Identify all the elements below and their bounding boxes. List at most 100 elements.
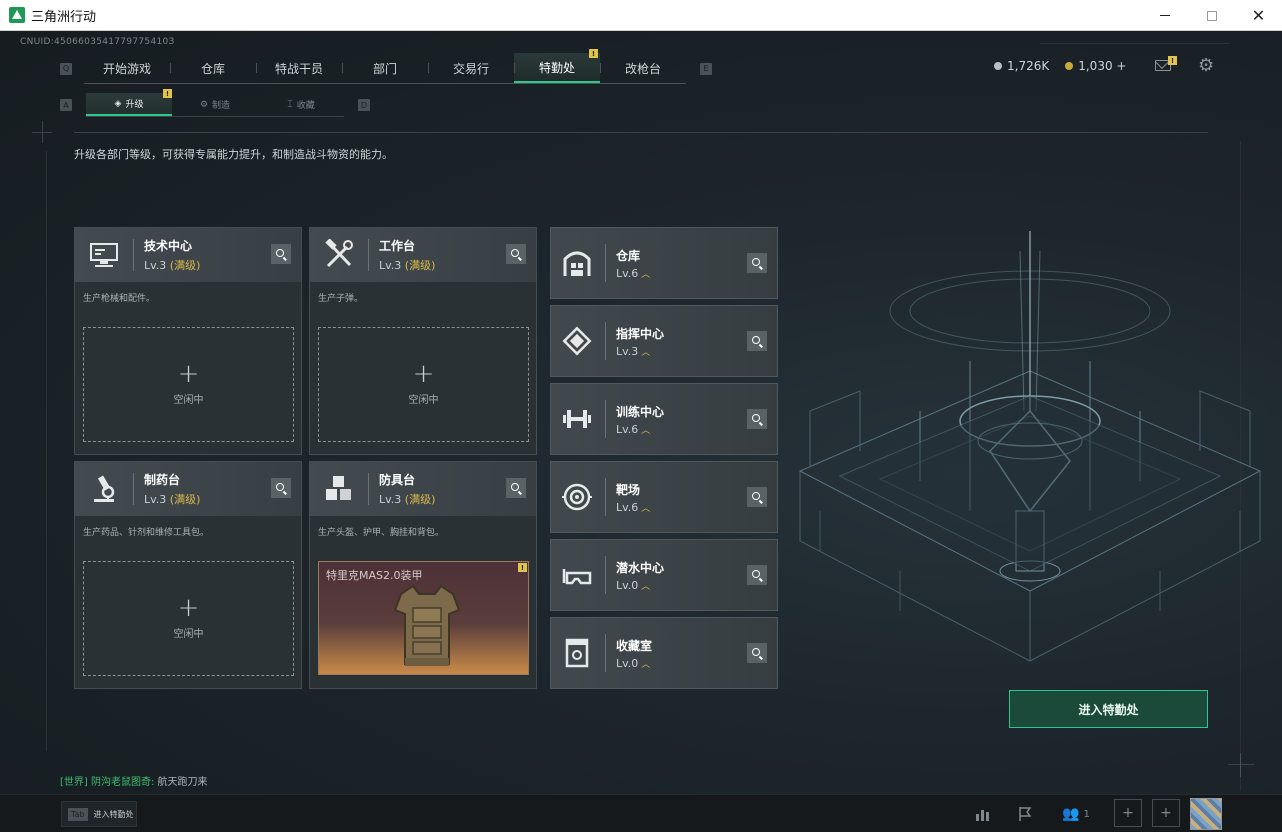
window-titlebar: 三角洲行动 ✕ [0,0,1282,31]
production-slot[interactable]: + 空闲中 [83,327,294,442]
level-text: Lv.6 [616,266,639,280]
tab-special-ops[interactable]: 特勤处 ! [514,49,600,83]
inspect-button[interactable] [747,331,767,351]
tab-department[interactable]: 部门 [342,53,428,83]
production-slot[interactable]: + 空闲中 [83,561,294,676]
slot-status: 空闲中 [173,629,204,640]
inspect-button[interactable] [506,478,526,498]
window-title: 三角洲行动 [31,9,97,25]
subtab-upgrade[interactable]: ◈ 升级 ! [86,89,172,116]
inspect-button[interactable] [271,478,291,498]
station-row-warehouse[interactable]: 仓库 Lv.6 ︿ [550,227,778,299]
subtab-collection-label: 收藏 [296,101,315,111]
inspect-button[interactable] [271,244,291,264]
add-party-slot-button[interactable]: + [1152,799,1180,827]
add-party-slot-button[interactable]: + [1114,799,1142,827]
party-button[interactable]: 👥 1 [1058,799,1094,829]
upgrade-icon: ◈ [114,98,122,109]
dumbbell-icon [557,399,597,439]
tab-operators[interactable]: 特战干员 [256,53,342,83]
station-description: 生产子弹。 [318,294,364,304]
separator [605,322,606,360]
production-slot-item[interactable]: 特里克MAS2.0装甲 ! [318,561,529,675]
stats-button[interactable] [968,799,998,829]
station-level: Lv.6 ︿ [616,423,664,436]
station-level: Lv.3 (满级) [379,491,435,507]
separator [133,239,134,271]
station-name: 训练中心 [616,404,665,419]
minimize-button[interactable] [1141,0,1188,31]
subnav-prev-key[interactable]: A [60,99,72,111]
inspect-button[interactable] [747,643,767,663]
sub-nav: A ◈ 升级 ! ⚙ 制造 ⌶ 收藏 D [60,89,370,117]
plus-icon: + [177,359,200,389]
command-icon [557,321,597,361]
subnav-next-key[interactable]: D [358,99,370,111]
station-row-training-center[interactable]: 训练中心 Lv.6 ︿ [550,383,778,455]
station-row-command-center[interactable]: 指挥中心 Lv.3 ︿ [550,305,778,377]
station-card-armor[interactable]: 防具台 Lv.3 (满级) 生产头盔、护甲、胸挂和背包。 特里克MAS2.0装甲… [309,461,537,689]
silver-coin-icon [994,62,1002,70]
divider [74,132,1208,133]
card-header: 制药台 Lv.3 (满级) [75,462,301,516]
level-text: Lv.3 [616,344,639,358]
station-name: 防具台 [379,473,416,487]
card-header: 防具台 Lv.3 (满级) [310,462,536,516]
chat-line[interactable]: [世界] 阴沟老鼠图奇: 航天跑刀来 [60,773,208,788]
tab-trading[interactable]: 交易行 [428,53,514,83]
top-decoration [1040,43,1230,44]
frame-line [46,151,47,751]
station-card-tech-center[interactable]: 技术中心 Lv.3 (满级) 生产枪械和配件。 + 空闲中 [74,227,302,455]
station-row-collection-room[interactable]: 收藏室 Lv.0 ︿ [550,617,778,689]
bottom-bar: Tab 进入特勤处 👥 1 + + [0,794,1282,832]
nav-next-key[interactable]: E [700,62,712,75]
inspect-button[interactable] [747,253,767,273]
close-button[interactable]: ✕ [1235,0,1282,31]
inspect-button[interactable] [747,409,767,429]
currency-display: 1,726K 1,030 + [994,59,1126,73]
production-slot[interactable]: + 空闲中 [318,327,529,442]
tab-special-ops-label: 特勤处 [538,60,575,75]
level-text: Lv.6 [616,422,639,436]
station-name: 潜水中心 [616,560,665,575]
tab-start-game[interactable]: 开始游戏 [84,53,170,83]
nav-prev-key[interactable]: Q [60,62,72,75]
station-name: 工作台 [379,239,416,253]
avatar[interactable] [1190,798,1222,830]
gold-coin-icon [1065,62,1074,70]
gear-icon[interactable]: ⚙ [1198,55,1214,76]
station-card-pharmacy[interactable]: 制药台 Lv.3 (满级) 生产药品、针剂和维修工具包。 + 空闲中 [74,461,302,689]
bar-chart-icon [976,810,989,821]
station-level: Lv.0 ︿ [616,579,664,592]
flag-icon [1019,807,1032,821]
notification-badge: ! [163,89,172,98]
tools-icon [318,234,360,276]
station-row-diving-center[interactable]: 潜水中心 Lv.0 ︿ [550,539,778,611]
gold-amount[interactable]: 1,030 + [1078,59,1126,73]
subtab-craft-label: 制造 [212,101,231,111]
tab-warehouse[interactable]: 仓库 [170,53,256,83]
level-text: Lv.3 [379,493,402,506]
subtab-collection[interactable]: ⌶ 收藏 [258,93,344,116]
upgrade-arrow-icon: ︿ [641,269,651,280]
station-name: 靶场 [616,482,641,497]
flag-button[interactable] [1010,799,1040,829]
enter-special-ops-button[interactable]: 进入特勤处 [1009,690,1208,728]
chat-sender: 阴沟老鼠图奇: [91,777,155,788]
tab-key-hint: Tab [68,807,88,821]
station-row-shooting-range[interactable]: 靶场 Lv.6 ︿ [550,461,778,533]
corner-decoration [42,121,43,143]
maximize-button[interactable] [1188,0,1235,31]
separator [368,239,369,271]
inspect-button[interactable] [747,487,767,507]
game-viewport: CNUID:4506603541779775410З Q 开始游戏 仓库 特战干… [0,31,1282,832]
max-level-label: (满级) [404,259,436,272]
mail-badge: ! [1168,56,1177,65]
inspect-button[interactable] [506,244,526,264]
tab-shortcut-button[interactable]: Tab 进入特勤处 [61,801,137,827]
subtab-craft[interactable]: ⚙ 制造 [172,93,258,116]
tab-gunsmith[interactable]: 改枪台 [600,53,686,83]
upgrade-arrow-icon: ︿ [641,659,651,670]
inspect-button[interactable] [747,565,767,585]
station-card-workbench[interactable]: 工作台 Lv.3 (满级) 生产子弹。 + 空闲中 [309,227,537,455]
